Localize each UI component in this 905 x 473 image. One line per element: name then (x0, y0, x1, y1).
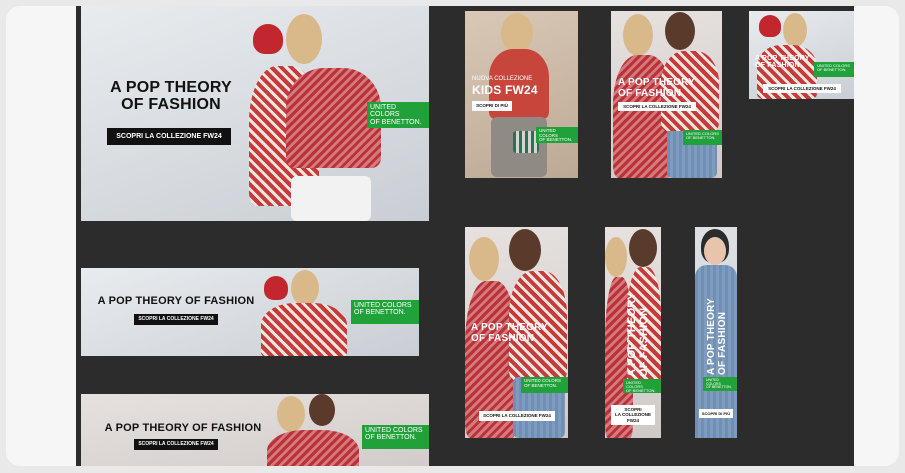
model-head (286, 14, 322, 64)
banner-leaderboard[interactable]: A POP THEORY OF FASHION SCOPRI LA COLLEZ… (81, 268, 419, 356)
brand-logo-badge: UNITED COLORS OF BENETTON. (351, 300, 419, 324)
banner-large-rectangle[interactable]: A POP THEORY OF FASHION SCOPRI LA COLLEZ… (81, 6, 429, 221)
model-head (623, 14, 653, 56)
model-face (704, 237, 726, 265)
model-trousers (291, 176, 371, 221)
brand-logo-badge: UNITED COLORS OF BENETTON. (623, 379, 661, 393)
kids-tagline: NUOVA COLLEZIONE (472, 76, 533, 82)
brand-logo-badge: UNITED COLORS OF BENETTON. (521, 377, 568, 393)
cta-button[interactable]: SCOPRI LA COLLEZIONE FW24 (479, 411, 555, 421)
banner-headline: A POP THEORY OF FASHION (618, 77, 696, 99)
brand-logo-badge: UNITED COLORS OF BENETTON. (536, 127, 578, 143)
model-head (309, 394, 335, 426)
banner-half-page[interactable]: A POP THEORY OF FASHION UNITED COLORS OF… (465, 227, 568, 438)
banner-headline-vertical: A POP THEORY OF FASHION (626, 292, 650, 377)
banner-small-rectangle[interactable]: A POP THEORY OF FASHION UNITED COLORS OF… (749, 11, 854, 99)
artboard-canvas: A POP THEORY OF FASHION SCOPRI LA COLLEZ… (76, 6, 854, 466)
model-head (501, 13, 533, 53)
model-head (291, 270, 319, 306)
cta-button[interactable]: SCOPRI LA COLLEZIONE FW24 (618, 102, 696, 111)
banner-headline: A POP THEORY OF FASHION (471, 322, 549, 344)
banner-headline-vertical: A POP THEORY OF FASHION (706, 297, 728, 375)
brand-logo-badge: UNITED COLORS OF BENETTON. (814, 62, 854, 77)
model-hat (264, 276, 288, 300)
brand-logo-badge: UNITED COLORS OF BENETTON. (367, 102, 429, 128)
model-head (629, 229, 657, 267)
cta-button[interactable]: SCOPRI DI PIÙ (472, 101, 512, 111)
model-head (665, 12, 695, 50)
model-hat (253, 24, 283, 54)
cta-button[interactable]: SCOPRI DI PIÙ (699, 409, 733, 418)
banner-medium-vertical[interactable]: A POP THEORY OF FASHION SCOPRI LA COLLEZ… (611, 11, 722, 178)
cta-button[interactable]: SCOPRI LA COLLEZIONE FW24 (763, 84, 841, 93)
model-hat (759, 15, 781, 37)
banner-headline: A POP THEORY OF FASHION (104, 422, 262, 434)
preview-card: A POP THEORY OF FASHION SCOPRI LA COLLEZ… (6, 6, 899, 466)
cta-button[interactable]: SCOPRI LA COLLEZIONE FW24 (134, 439, 218, 450)
model-figure (267, 430, 359, 466)
brand-logo-badge: UNITED COLORS OF BENETTON. (683, 130, 722, 145)
cta-button[interactable]: SCOPRI LA COLLEZIONE FW24 (611, 405, 655, 425)
brand-logo-badge: UNITED COLORS OF BENETTON. (362, 425, 429, 449)
model-head (605, 237, 627, 277)
banner-headline: A POP THEORY OF FASHION (110, 79, 232, 113)
banner-kids[interactable]: NUOVA COLLEZIONE KIDS FW24 SCOPRI DI PIÙ… (465, 11, 578, 178)
model-head (783, 13, 807, 47)
brand-logo-badge: UNITED COLORS OF BENETTON. (703, 377, 737, 391)
kids-title: KIDS FW24 (472, 83, 538, 97)
banner-headline: A POP THEORY OF FASHION (97, 295, 255, 307)
banner-skyscraper[interactable]: A POP THEORY OF FASHION UNITED COLORS OF… (605, 227, 661, 438)
model-head (509, 229, 541, 271)
model-figure (261, 303, 347, 356)
model-head (469, 237, 499, 281)
cta-button[interactable]: SCOPRI LA COLLEZIONE FW24 (134, 314, 218, 325)
banner-headline: A POP THEORY OF FASHION (755, 55, 810, 70)
cta-button[interactable]: SCOPRI LA COLLEZIONE FW24 (107, 128, 231, 145)
model-head (277, 396, 305, 432)
banner-narrow-skyscraper[interactable]: A POP THEORY OF FASHION UNITED COLORS OF… (695, 227, 737, 438)
banner-billboard[interactable]: A POP THEORY OF FASHION SCOPRI LA COLLEZ… (81, 394, 429, 466)
